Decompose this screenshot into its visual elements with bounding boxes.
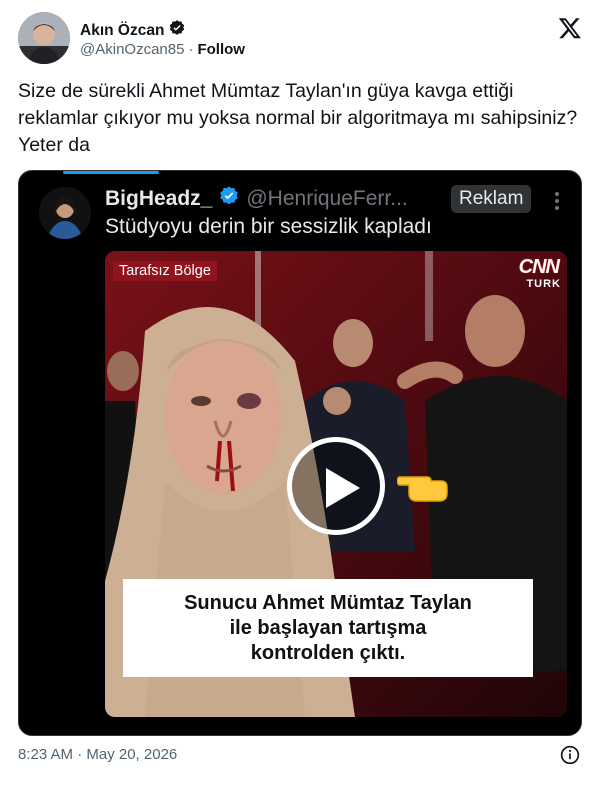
embedded-display-name[interactable]: BigHeadz_ — [105, 187, 212, 211]
media-progress-indicator — [63, 171, 159, 174]
video-caption: Sunucu Ahmet Mümtaz Taylan ile başlayan … — [123, 579, 533, 677]
verified-badge-icon — [218, 185, 240, 212]
tweet-timestamp[interactable]: 8:23 AM · May 20, 2026 — [18, 746, 177, 763]
caption-line-2: ile başlayan tartışma — [229, 616, 427, 639]
verified-badge-icon — [168, 19, 186, 42]
embedded-avatar[interactable] — [39, 187, 91, 239]
x-logo-icon[interactable] — [558, 16, 582, 40]
follow-button[interactable]: Follow — [197, 41, 245, 58]
caption-line-1: Sunucu Ahmet Mümtaz Taylan — [184, 591, 472, 614]
play-icon — [326, 468, 360, 508]
author-display-name[interactable]: Akın Özcan — [80, 22, 164, 40]
embedded-handle[interactable]: @HenriqueFerr... — [246, 187, 407, 211]
author-handle[interactable]: @AkinOzcan85 — [80, 41, 184, 58]
video-player[interactable]: Tarafsız Bölge CNN TURK Sunucu Ahmet Müm… — [105, 251, 567, 717]
info-icon[interactable] — [560, 745, 580, 765]
play-button[interactable] — [287, 437, 385, 535]
embedded-text: Stüdyoyu derin bir sessizlik kapladı — [105, 215, 432, 238]
pointing-hand-icon — [397, 476, 448, 502]
tweet-text: Size de sürekli Ahmet Mümtaz Taylan'ın g… — [18, 80, 578, 156]
channel-logo-subtitle: TURK — [526, 278, 561, 290]
channel-logo: CNN — [518, 256, 560, 278]
separator: · — [188, 41, 194, 58]
embedded-media[interactable]: BigHeadz_ @HenriqueFerr... Reklam Stüdyo… — [18, 170, 582, 736]
chyron: Tarafsız Bölge — [113, 261, 217, 281]
tweet-header: Akın Özcan @AkinOzcan85 · Follow — [18, 12, 584, 66]
more-icon[interactable] — [547, 189, 567, 213]
ad-badge: Reklam — [451, 185, 532, 213]
caption-line-3: kontrolden çıktı. — [250, 641, 406, 664]
avatar[interactable] — [18, 12, 70, 64]
